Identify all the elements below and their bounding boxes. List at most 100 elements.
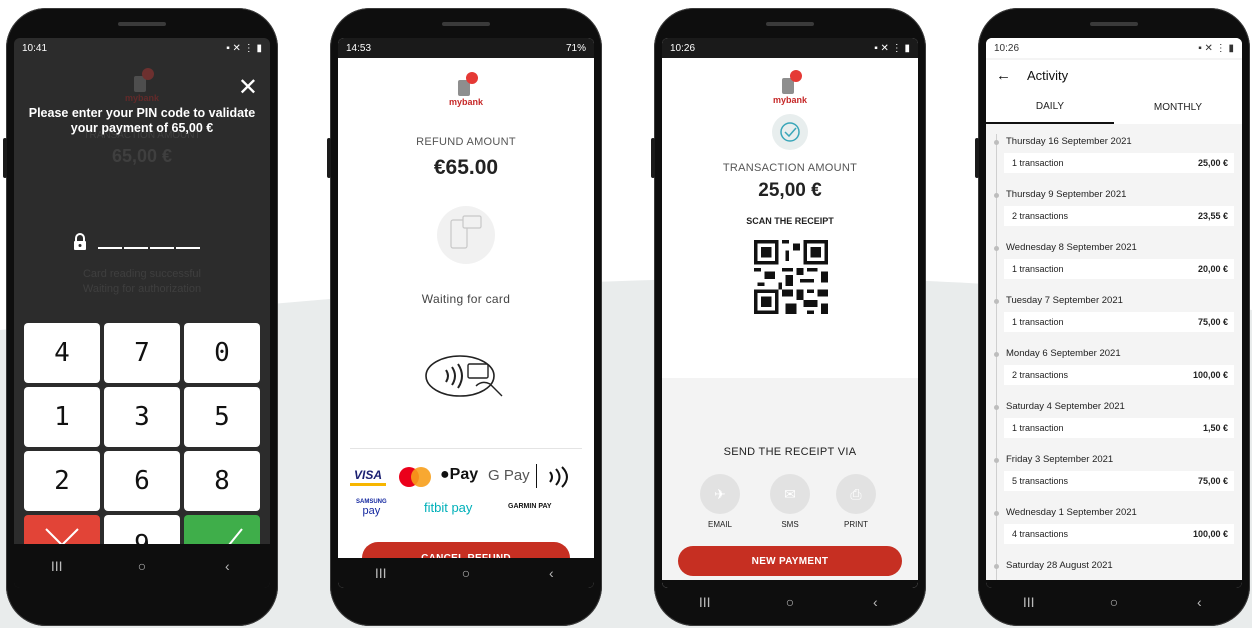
brand-logo: mybank [773, 70, 807, 105]
timeline-dot [994, 458, 999, 463]
recents-button[interactable]: III [361, 565, 401, 581]
back-button[interactable]: ‹ [1179, 594, 1219, 610]
volume-button [327, 138, 331, 178]
tab-daily[interactable]: DAILY [986, 90, 1114, 124]
phone-pin-entry: 10:41 ▪ ✕ ⋮ ▮ mybank TRANSACTION AMOUNT … [3, 8, 278, 626]
phone-receipt: 10:26 ▪ ✕ ⋮ ▮ mybank TRANSACTION AMOUNT … [651, 8, 926, 626]
apple-pay-logo: ●Pay [440, 466, 479, 483]
timeline-dot [994, 352, 999, 357]
status-battery: 71% [565, 42, 586, 54]
day-date: Wednesday 8 September 2021 [1006, 242, 1137, 253]
key-7[interactable]: 7 [104, 323, 180, 383]
key-5[interactable]: 5 [184, 387, 260, 447]
pin-input[interactable] [70, 232, 200, 252]
status-time: 14:53 [346, 42, 372, 54]
day-total: 20,00 € [1197, 264, 1228, 274]
key-3[interactable]: 3 [104, 387, 180, 447]
recents-button[interactable]: III [685, 594, 725, 610]
back-button[interactable]: ‹ [207, 558, 247, 574]
transaction-count: 2 transactions [1012, 370, 1069, 380]
phone-refund: 14:53 71% mybank REFUND AMOUNT €65.00 Wa… [327, 8, 602, 626]
speaker-grille [118, 22, 166, 26]
system-nav-bar: III ○ ‹ [338, 558, 594, 588]
timeline-dot [994, 511, 999, 516]
visa-logo: VISA [350, 468, 386, 486]
key-2[interactable]: 2 [24, 451, 100, 511]
speaker-grille [766, 22, 814, 26]
transaction-count: 5 transactions [1012, 476, 1069, 486]
day-total: 75,00 € [1197, 476, 1228, 486]
pin-digit-slot [150, 235, 174, 249]
close-icon[interactable]: ✕ [238, 76, 258, 100]
brand-logo: mybank [125, 68, 159, 103]
day-total: 100,00 € [1192, 529, 1228, 539]
new-payment-button[interactable]: NEW PAYMENT [678, 546, 902, 576]
print-option[interactable]: ⎙ PRINT [836, 474, 876, 529]
email-label: EMAIL [707, 520, 732, 529]
key-6[interactable]: 6 [104, 451, 180, 511]
speaker-grille [442, 22, 490, 26]
refund-label: REFUND AMOUNT [416, 136, 516, 148]
day-summary-row[interactable]: 5 transactions 75,00 € [1004, 471, 1234, 491]
status-bar: 10:26 ▪ ✕ ⋮ ▮ [986, 38, 1242, 58]
day-summary-row[interactable]: 1 transaction 25,00 € [1004, 153, 1234, 173]
home-button[interactable]: ○ [1094, 594, 1134, 610]
app-top-bar: ← Activity [986, 60, 1242, 90]
brand-mark-icon [778, 70, 802, 94]
system-nav-bar: III ○ ‹ [986, 584, 1242, 620]
brand-logo: mybank [449, 72, 483, 107]
day-summary-row[interactable]: 4 transactions 100,00 € [1004, 524, 1234, 544]
home-button[interactable]: ○ [122, 558, 162, 574]
status-time: 10:41 [22, 42, 48, 54]
brand-name: mybank [124, 93, 160, 103]
day-total: 1,50 € [1202, 423, 1228, 433]
transaction-count: 1 transaction [1012, 264, 1064, 274]
recents-button[interactable]: III [1009, 594, 1049, 610]
print-label: PRINT [844, 520, 868, 529]
apple-icon: ● [440, 466, 450, 483]
email-option[interactable]: ✈ EMAIL [700, 474, 740, 529]
transaction-amount: 25,00 € [758, 180, 822, 201]
sms-label: SMS [781, 520, 799, 529]
pin-keypad: 4 7 0 1 3 5 2 6 8 9 [14, 323, 270, 575]
tab-monthly[interactable]: MONTHLY [1114, 90, 1242, 124]
receipt-screen: 10:26 ▪ ✕ ⋮ ▮ mybank TRANSACTION AMOUNT … [662, 38, 918, 588]
back-arrow-icon[interactable]: ← [996, 67, 1011, 84]
key-4[interactable]: 4 [24, 323, 100, 383]
status-bar: 10:41 ▪ ✕ ⋮ ▮ [14, 38, 270, 58]
volume-button [651, 138, 655, 178]
email-icon: ✈ [700, 474, 740, 514]
contactless-icon [425, 355, 503, 397]
day-summary-row[interactable]: 1 transaction 75,00 € [1004, 312, 1234, 332]
recents-button[interactable]: III [37, 558, 77, 574]
day-summary-row[interactable]: 1 transaction 20,00 € [1004, 259, 1234, 279]
transaction-count: 4 transactions [1012, 529, 1069, 539]
divider [350, 448, 582, 449]
day-summary-row[interactable]: 1 transaction 1,50 € [1004, 418, 1234, 438]
pin-digit-slot [98, 235, 122, 249]
pin-digit-slot [176, 235, 200, 249]
timeline-dot [994, 246, 999, 251]
home-button[interactable]: ○ [446, 565, 486, 581]
brand-mark-icon [454, 72, 478, 96]
timeline-line [996, 134, 997, 588]
printer-icon: ⎙ [836, 474, 876, 514]
send-receipt-label: SEND THE RECEIPT VIA [723, 446, 857, 458]
day-summary-row[interactable]: 2 transactions 23,55 € [1004, 206, 1234, 226]
home-button[interactable]: ○ [770, 594, 810, 610]
status-bar: 10:26 ▪ ✕ ⋮ ▮ [662, 38, 918, 58]
key-0[interactable]: 0 [184, 323, 260, 383]
key-8[interactable]: 8 [184, 451, 260, 511]
samsung-pay-logo: SAMSUNG pay [356, 499, 387, 517]
google-pay-logo: G Pay [488, 467, 530, 484]
back-button[interactable]: ‹ [531, 565, 571, 581]
sms-option[interactable]: ✉ SMS [770, 474, 810, 529]
key-1[interactable]: 1 [24, 387, 100, 447]
pin-digit-slot [124, 235, 148, 249]
receipt-qr-code[interactable] [754, 240, 828, 314]
day-date: Thursday 16 September 2021 [1006, 136, 1132, 147]
speaker-grille [1090, 22, 1138, 26]
day-summary-row[interactable]: 2 transactions 100,00 € [1004, 365, 1234, 385]
ghost-amount: 65,00 € [111, 146, 173, 166]
back-button[interactable]: ‹ [855, 594, 895, 610]
